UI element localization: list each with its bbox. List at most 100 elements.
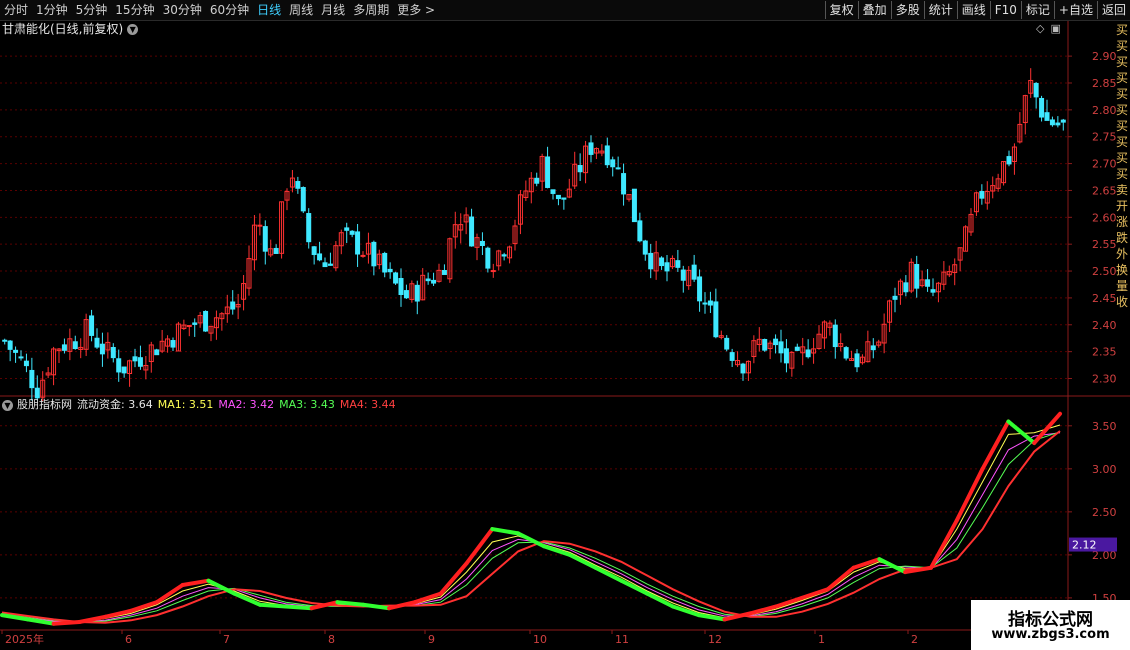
candle-down: [61, 344, 67, 351]
candle-down: [121, 366, 127, 374]
period-tab[interactable]: 60分钟: [206, 0, 253, 20]
indicator-line: [1, 413, 1061, 625]
candle-down: [642, 240, 648, 255]
candle-down: [485, 247, 491, 269]
candle-down: [534, 177, 540, 184]
chevron-down-icon[interactable]: ▼: [2, 399, 13, 411]
candle-down: [545, 156, 551, 188]
candle-down: [300, 187, 306, 212]
candle-down: [664, 262, 670, 272]
period-tab[interactable]: 30分钟: [159, 0, 206, 20]
candle-down: [697, 276, 703, 302]
candle-down: [713, 301, 719, 338]
date-tick-label: 9: [428, 633, 435, 646]
candle-down: [469, 216, 475, 247]
tool-button[interactable]: 复权: [824, 1, 858, 19]
candle-down: [94, 337, 100, 348]
chart-icons: ◇ ▣: [1036, 22, 1061, 35]
money-flow-segment: [1032, 411, 1062, 446]
candle-down: [192, 322, 198, 325]
period-tab[interactable]: 多周期: [349, 0, 393, 20]
price-tick-label: 2.35: [1092, 346, 1117, 359]
period-tab[interactable]: 周线: [285, 0, 317, 20]
period-tab[interactable]: 5分钟: [72, 0, 112, 20]
candle-down: [1055, 122, 1061, 126]
indicator-line: [1, 431, 1061, 623]
candle-down: [116, 358, 122, 373]
date-tick-label: 2025年: [5, 632, 44, 646]
price-tick-label: 2.85: [1092, 77, 1117, 90]
candle-down: [154, 349, 160, 356]
candle-down: [637, 220, 643, 242]
candle-down: [344, 227, 350, 231]
money-flow-segment: [206, 578, 237, 596]
tool-button[interactable]: 标记: [1020, 1, 1054, 19]
candle-down: [794, 346, 800, 351]
tool-button[interactable]: 统计: [923, 1, 957, 19]
tool-buttons: 复权 叠加 多股 统计 画线 F10 标记 +自选 返回: [824, 0, 1130, 20]
period-tab[interactable]: 日线: [253, 0, 285, 20]
candle-down: [1039, 97, 1045, 118]
candle-down: [327, 263, 333, 266]
tool-button[interactable]: 叠加: [857, 1, 891, 19]
candle-down: [132, 356, 138, 362]
candle-down: [18, 356, 24, 359]
period-tab[interactable]: 更多 >: [393, 0, 439, 20]
candle-down: [72, 341, 78, 350]
window-icon[interactable]: ▣: [1050, 22, 1060, 35]
indicator-field: MA2: 3.42: [218, 398, 275, 411]
watermark: 指标公式网 www.zbgs3.com: [971, 600, 1130, 650]
tool-button[interactable]: 画线: [956, 1, 990, 19]
candle-down: [702, 302, 708, 305]
indicator-field: MA1: 3.51: [157, 398, 214, 411]
candle-up: [186, 325, 192, 328]
candle-down: [588, 142, 594, 155]
period-tab[interactable]: 15分钟: [111, 0, 158, 20]
candle-up: [490, 270, 496, 273]
money-flow-segment: [232, 591, 263, 607]
candle-down: [382, 252, 388, 273]
candle-down: [740, 363, 746, 374]
indicator-tick-label: 2.50: [1092, 506, 1117, 519]
diamond-icon[interactable]: ◇: [1036, 22, 1044, 35]
candle-down: [7, 340, 13, 350]
money-flow-segment: [593, 565, 624, 583]
tool-button[interactable]: F10: [989, 1, 1021, 19]
candle-down: [729, 352, 735, 361]
date-tick-label: 10: [533, 633, 547, 646]
candle-down: [1049, 119, 1055, 126]
candle-down: [854, 353, 860, 368]
candle-down: [110, 347, 116, 359]
tool-button[interactable]: 返回: [1096, 1, 1130, 19]
candle-down: [13, 349, 19, 353]
period-tab[interactable]: 分时: [0, 0, 32, 20]
money-flow-segment: [335, 600, 366, 607]
candle-down: [631, 188, 637, 223]
candle-down: [555, 194, 561, 200]
candle-down: [441, 270, 447, 275]
price-tick-label: 2.60: [1092, 211, 1117, 224]
indicator-line: [1, 424, 1061, 623]
indicator-line: [1, 432, 1061, 623]
candle-down: [832, 324, 838, 348]
period-tab[interactable]: 月线: [317, 0, 349, 20]
candle-down: [99, 343, 105, 355]
candle-down: [1006, 156, 1012, 165]
period-tab[interactable]: 1分钟: [32, 0, 72, 20]
tool-button[interactable]: 多股: [890, 1, 924, 19]
chevron-down-icon[interactable]: ▼: [127, 23, 139, 35]
money-flow-segment: [490, 527, 521, 536]
candle-down: [1060, 119, 1066, 123]
candle-down: [479, 240, 485, 246]
indicator-field: MA4: 3.44: [339, 398, 396, 411]
price-tick-label: 2.40: [1092, 319, 1117, 332]
price-tick-label: 2.80: [1092, 104, 1117, 117]
candle-down: [317, 253, 323, 261]
indicator-name[interactable]: 股朋指标网: [17, 397, 72, 413]
money-flow-segment: [258, 602, 288, 609]
candle-down: [925, 279, 931, 287]
tool-button[interactable]: +自选: [1053, 1, 1097, 19]
chart-canvas[interactable]: 2.90 2.85 2.80 2.75 2.70 2.65 2.60 2.55 2.50 2.45…: [0, 0, 1130, 650]
candle-down: [680, 269, 686, 281]
right-info-strip: 买买买买买买买买买买卖开涨跌外换量收: [1116, 23, 1129, 309]
